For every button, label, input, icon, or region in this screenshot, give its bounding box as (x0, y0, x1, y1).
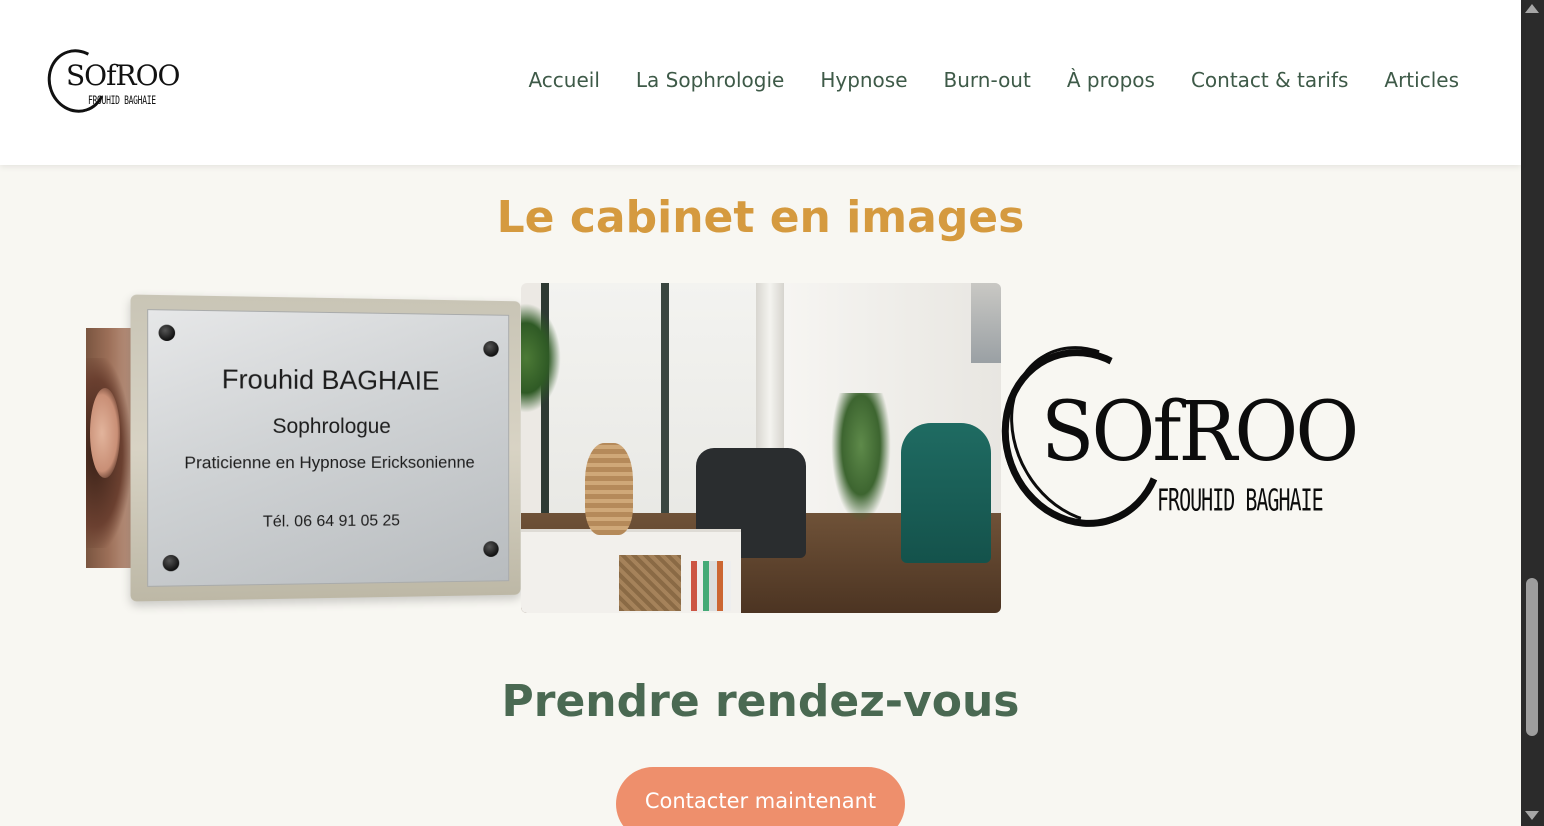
nav-item-burn-out[interactable]: Burn-out (944, 68, 1031, 92)
carousel-slide-office-photo[interactable] (521, 283, 1001, 613)
room-leaves (521, 303, 561, 413)
main-nav: Accueil La Sophrologie Hypnose Burn-out … (528, 68, 1459, 92)
plaque-glass: Frouhid BAGHAIE Sophrologue Praticienne … (147, 309, 510, 587)
logo-subtitle: FROUHID BAGHAIE (88, 94, 156, 107)
nav-item-la-sophrologie[interactable]: La Sophrologie (636, 68, 784, 92)
room-armchair-teal (901, 423, 991, 563)
screw-icon (483, 541, 499, 558)
scrollbar[interactable] (1521, 0, 1544, 826)
room-lamp (585, 443, 633, 535)
booking-title: Prendre rendez-vous (501, 676, 1020, 727)
logo-wordmark: SOfROO (66, 59, 180, 92)
nav-item-contact-tarifs[interactable]: Contact & tarifs (1191, 68, 1348, 92)
nav-item-a-propos[interactable]: À propos (1067, 68, 1155, 92)
scroll-down-arrow-icon[interactable] (1525, 811, 1539, 820)
screw-icon (158, 324, 176, 342)
scroll-up-arrow-icon[interactable] (1525, 4, 1539, 13)
screw-icon (483, 340, 499, 357)
room-plant (831, 393, 891, 523)
nav-item-accueil[interactable]: Accueil (528, 68, 599, 92)
screw-icon (162, 554, 180, 572)
logo-slide-subtitle: FROUHID BAGHAIE (1157, 482, 1324, 518)
logo-slide-wordmark: SOfROO (1041, 385, 1359, 480)
gallery-carousel[interactable]: Frouhid BAGHAIE Sophrologue Praticienne … (0, 270, 1521, 630)
scrollbar-thumb[interactable] (1526, 578, 1538, 736)
gallery-title: Le cabinet en images (496, 192, 1025, 243)
contact-now-button[interactable]: Contacter maintenant (616, 767, 905, 826)
portrait-face (90, 388, 120, 478)
nav-item-hypnose[interactable]: Hypnose (820, 68, 907, 92)
nav-item-articles[interactable]: Articles (1384, 68, 1459, 92)
carousel-slide-logo[interactable]: SOfROO FROUHID BAGHAIE (1001, 340, 1381, 540)
room-basket (619, 555, 681, 611)
room-books (691, 561, 731, 611)
carousel-slide-plaque[interactable]: Frouhid BAGHAIE Sophrologue Praticienne … (130, 294, 521, 602)
site-logo[interactable]: SOfROO FROUHID BAGHAIE (39, 41, 181, 121)
plaque-specialty: Praticienne en Hypnose Ericksonienne (184, 452, 475, 473)
plaque-role: Sophrologue (272, 414, 391, 439)
room-artwork (971, 283, 1001, 363)
plaque-phone: Tél. 06 64 91 05 25 (262, 512, 400, 531)
site-header: SOfROO FROUHID BAGHAIE Accueil La Sophro… (0, 0, 1521, 165)
plaque-name: Frouhid BAGHAIE (221, 363, 440, 396)
